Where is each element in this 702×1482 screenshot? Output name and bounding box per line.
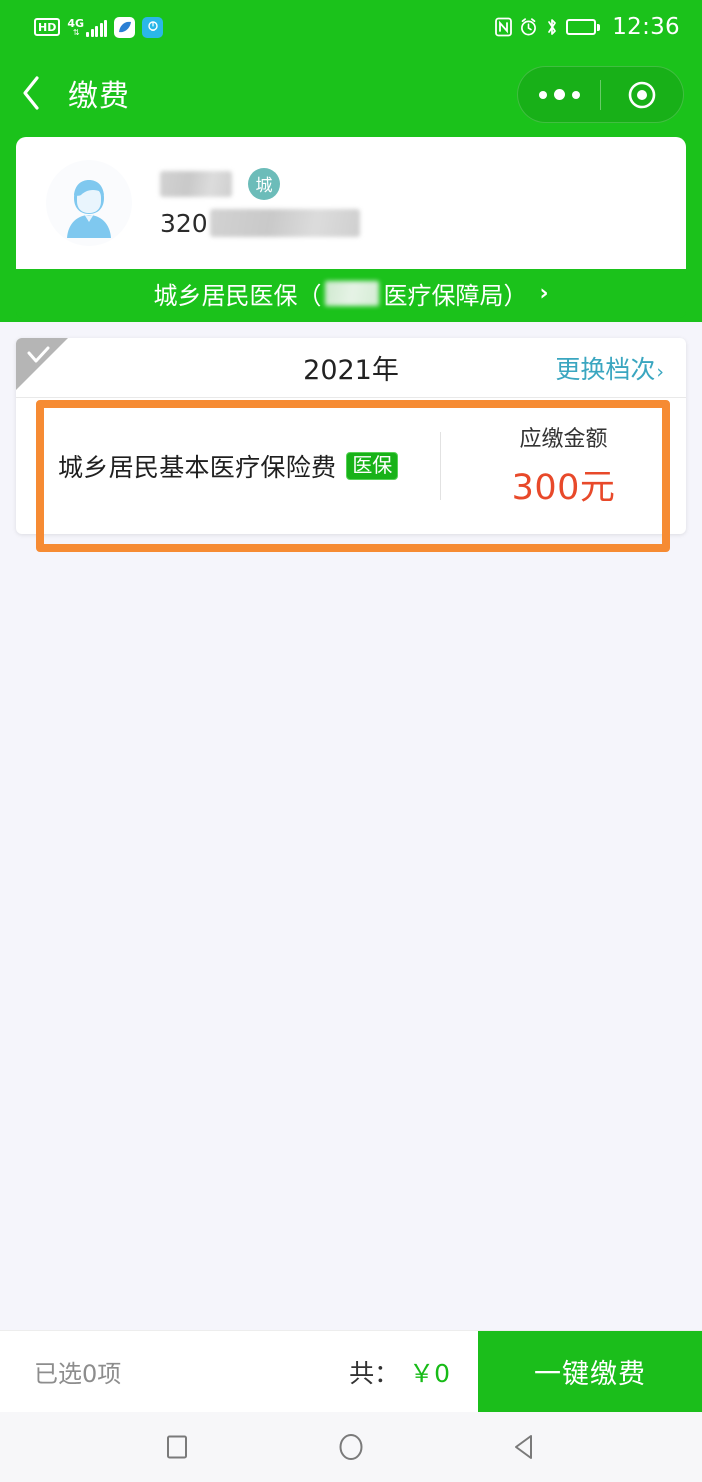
android-navigation-bar [0,1412,702,1482]
amount-label: 应缴金额 [519,427,608,452]
target-circle-icon[interactable] [601,79,683,111]
selected-count-label: 已选0项 [34,1360,122,1388]
amount-value: 300元 [511,468,616,508]
user-info-card: 城 320 [16,137,686,269]
chevron-right-icon: › [539,281,549,306]
insurance-org-redacted [325,281,380,306]
circle-home-icon[interactable] [321,1417,381,1477]
user-name-redacted [160,170,232,197]
square-recents-icon[interactable] [147,1417,207,1477]
change-tier-label: 更换档次 [555,354,656,384]
app-icon [114,16,136,38]
alarm-icon [519,17,538,37]
change-tier-link[interactable]: 更换档次 › [555,350,664,386]
payment-item-card: 2021年 更换档次 › 城乡居民基本医疗保险费 医保 应缴金额 300元 [16,338,686,534]
insurance-text-before: 城乡居民医保（ [153,282,322,310]
user-name-row: 城 [160,167,360,200]
network-type-label: 4G [67,16,85,30]
total-value: ￥0 [409,1358,450,1388]
fee-name-group: 城乡居民基本医疗保险费 医保 [16,448,440,484]
total-group: 共： ￥0 [349,1354,450,1390]
chevron-right-icon: › [656,360,664,383]
more-dots-icon[interactable] [518,89,600,100]
year-label: 2021年 [303,355,399,386]
status-bar-clock: 12:36 [612,14,680,40]
user-details: 城 320 [160,167,360,238]
battery-icon [566,19,601,35]
back-button[interactable] [0,75,62,111]
fee-name: 城乡居民基本医疗保险费 [58,452,337,482]
user-id-prefix: 320 [160,208,208,238]
hd-badge: HD [34,18,61,36]
chevron-left-icon [23,76,39,110]
status-bar: HD 4G ⇅ 12:36 [0,0,702,54]
total-label: 共： [349,1358,400,1388]
medical-insurance-badge: 医保 [346,451,399,480]
avatar [46,160,132,246]
status-bar-right: 12:36 [495,14,680,40]
insurance-type-banner[interactable]: 城乡居民医保（ 医疗保障局） › [16,269,686,318]
user-id-redacted [209,209,360,237]
fee-row[interactable]: 城乡居民基本医疗保险费 医保 应缴金额 300元 [16,398,686,533]
page-title: 缴费 [68,79,130,114]
pay-button[interactable]: 一键缴费 [478,1330,702,1413]
signal-strength-icon [86,19,108,37]
signal-bars-icon: 4G ⇅ [67,16,108,37]
fee-amount-group: 应缴金额 300元 [441,421,686,510]
status-bar-left: HD 4G ⇅ [34,16,164,38]
network-arrows-icon: ⇅ [72,27,80,37]
person-avatar [67,180,111,238]
bulb-icon [142,16,164,38]
year-row: 2021年 更换档次 › [16,338,686,398]
bluetooth-icon [545,17,559,37]
triangle-back-icon[interactable] [495,1417,555,1477]
nfc-icon [495,17,513,37]
navigation-bar: 缴费 [0,54,702,132]
user-id-row: 320 [160,209,360,238]
status-badge: 城 [248,167,280,200]
bottom-action-bar: 已选0项 共： ￥0 一键缴费 [0,1330,702,1413]
insurance-text-after: 医疗保障局） [383,282,528,310]
miniprogram-capsule [517,66,684,123]
